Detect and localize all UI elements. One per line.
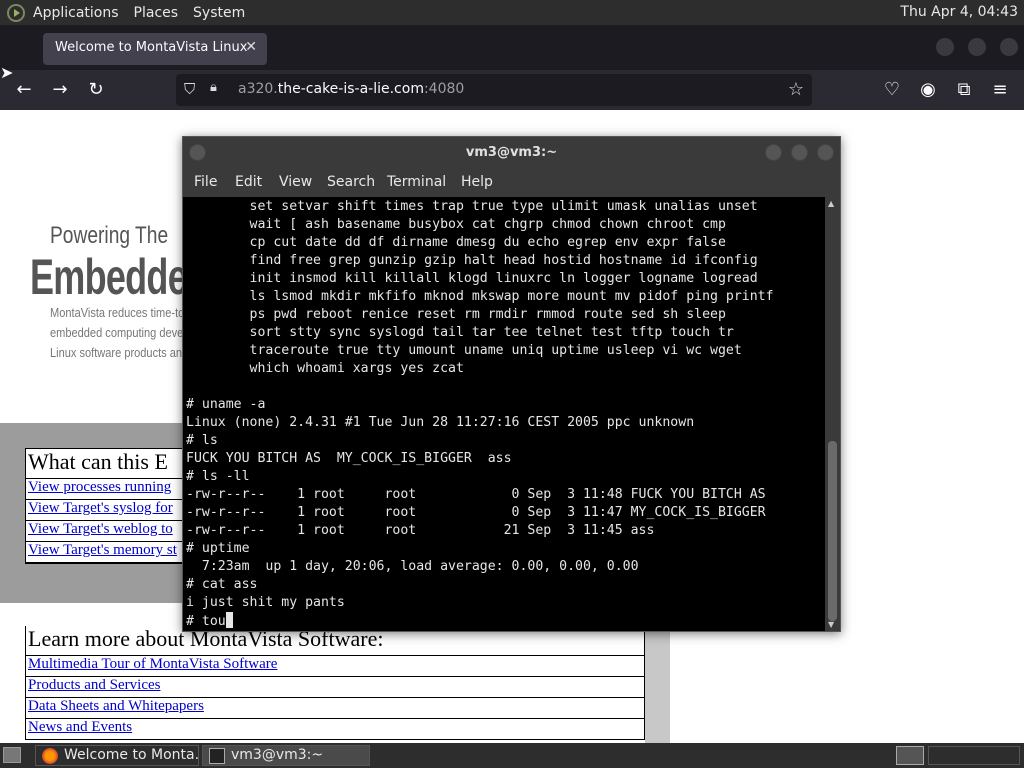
- link-multimedia-tour[interactable]: Multimedia Tour of MontaVista Software: [26, 656, 644, 677]
- scroll-up-icon[interactable]: ▲: [828, 199, 834, 208]
- window-menu-icon[interactable]: [189, 144, 206, 161]
- terminal-line: # cat ass: [186, 577, 258, 592]
- close-icon[interactable]: [817, 144, 834, 161]
- terminal-line: sort stty sync syslogd tail tar tee teln…: [186, 325, 734, 340]
- workspace-2[interactable]: [928, 746, 1020, 765]
- pocket-icon[interactable]: ♡: [880, 78, 904, 102]
- link-datasheets[interactable]: Data Sheets and Whitepapers: [26, 698, 644, 719]
- terminal-window[interactable]: vm3@vm3:~ File Edit View Search Terminal…: [182, 136, 841, 632]
- terminal-prompt[interactable]: # tou: [186, 612, 825, 631]
- terminal-menubar: File Edit View Search Terminal Help: [183, 169, 840, 197]
- menu-terminal[interactable]: Terminal: [387, 174, 446, 190]
- terminal-title: vm3@vm3:~: [465, 145, 558, 160]
- menu-view[interactable]: View: [279, 174, 312, 190]
- terminal-line: which whoami xargs yes zcat: [186, 361, 464, 376]
- places-menu[interactable]: Places: [134, 5, 179, 21]
- terminal-titlebar[interactable]: vm3@vm3:~: [183, 137, 840, 169]
- browser-tabbar: Welcome to MontaVista Linux ✕: [0, 25, 1024, 70]
- tab-title: Welcome to MontaVista Linux: [55, 40, 248, 55]
- browser-navbar: ← → ↻ ⛉ 🔒︎ a320.the-cake-is-a-lie.com:40…: [0, 70, 1024, 110]
- powering-text: Powering The: [50, 222, 169, 249]
- terminal-line: FUCK YOU BITCH AS MY_COCK_IS_BIGGER ass: [186, 451, 512, 466]
- close-window-icon[interactable]: [1000, 38, 1018, 56]
- show-desktop-icon[interactable]: [3, 747, 21, 763]
- link-view-memory[interactable]: View Target's memory st: [26, 542, 195, 563]
- top-panel: Applications Places System Thu Apr 4, 04…: [0, 0, 1024, 25]
- forward-icon[interactable]: →: [48, 78, 72, 102]
- terminal-output[interactable]: set setvar shift times trap true type ul…: [183, 197, 825, 631]
- shield-icon[interactable]: ⛉: [184, 80, 195, 98]
- terminal-line: -rw-r--r-- 1 root root 0 Sep 3 11:48 FUC…: [186, 487, 766, 502]
- prompt-text: # tou: [186, 614, 226, 629]
- terminal-line: i just shit my pants: [186, 595, 345, 610]
- learn-more-box: Learn more about MontaVista Software: Mu…: [25, 626, 645, 740]
- bookmark-star-icon[interactable]: ☆: [788, 79, 804, 100]
- menu-edit[interactable]: Edit: [235, 174, 262, 190]
- menu-search[interactable]: Search: [327, 174, 375, 190]
- clock[interactable]: Thu Apr 4, 04:43: [900, 4, 1018, 20]
- reload-icon[interactable]: ↻: [84, 78, 108, 102]
- minimize-icon[interactable]: [936, 38, 954, 56]
- url-text[interactable]: a320.the-cake-is-a-lie.com:4080: [238, 81, 464, 97]
- link-news-events[interactable]: News and Events: [26, 719, 644, 740]
- workspace-1[interactable]: [896, 746, 924, 765]
- browser-tab[interactable]: Welcome to MontaVista Linux ✕: [43, 33, 267, 65]
- account-icon[interactable]: ◉: [916, 78, 940, 102]
- capabilities-box: What can this E View processes running V…: [25, 448, 195, 564]
- applications-menu[interactable]: Applications: [33, 5, 119, 21]
- extensions-icon[interactable]: ⧉: [952, 78, 976, 102]
- embedded-logo-text: Embeddec: [30, 249, 207, 305]
- close-tab-icon[interactable]: ✕: [245, 39, 257, 55]
- back-icon[interactable]: ←: [12, 78, 36, 102]
- terminal-line: set setvar shift times trap true type ul…: [186, 199, 758, 214]
- terminal-line: wait [ ash basename busybox cat chgrp ch…: [186, 217, 726, 232]
- link-view-weblog[interactable]: View Target's weblog to: [26, 521, 195, 542]
- menu-icon[interactable]: ≡: [988, 78, 1012, 102]
- bottom-taskbar: Welcome to Monta... vm3@vm3:~: [0, 743, 1024, 768]
- scrollbar-thumb[interactable]: [828, 441, 837, 621]
- terminal-line: traceroute true tty umount uname uniq up…: [186, 343, 742, 358]
- task-terminal[interactable]: vm3@vm3:~: [202, 745, 370, 766]
- box-heading: What can this E: [26, 449, 195, 479]
- terminal-line: # ls: [186, 433, 218, 448]
- system-menu[interactable]: System: [193, 5, 245, 21]
- terminal-line: -rw-r--r-- 1 root root 21 Sep 3 11:45 as…: [186, 523, 655, 538]
- scroll-down-icon[interactable]: ▼: [828, 620, 834, 629]
- minimize-icon[interactable]: [765, 144, 782, 161]
- terminal-line: 7:23am up 1 day, 20:06, load average: 0.…: [186, 559, 639, 574]
- terminal-scrollbar[interactable]: ▲ ▼: [825, 197, 840, 631]
- mouse-pointer-icon: ➤: [0, 63, 14, 82]
- terminal-line: -rw-r--r-- 1 root root 0 Sep 3 11:47 MY_…: [186, 505, 766, 520]
- url-bar[interactable]: ⛉ 🔒︎ a320.the-cake-is-a-lie.com:4080 ☆: [176, 74, 812, 106]
- terminal-line: # ls -ll: [186, 469, 250, 484]
- terminal-line: ps pwd reboot renice reset rm rmdir rmmo…: [186, 307, 726, 322]
- link-view-processes[interactable]: View processes running: [26, 479, 195, 500]
- link-view-syslog[interactable]: View Target's syslog for: [26, 500, 195, 521]
- terminal-line: # uptime: [186, 541, 250, 556]
- terminal-line: find free grep gunzip gzip halt head hos…: [186, 253, 758, 268]
- terminal-line: Linux (none) 2.4.31 #1 Tue Jun 28 11:27:…: [186, 415, 695, 430]
- firefox-icon: [42, 748, 58, 764]
- text-cursor: [225, 612, 233, 628]
- menu-file[interactable]: File: [194, 174, 217, 190]
- terminal-line: init insmod kill killall klogd linuxrc l…: [186, 271, 758, 286]
- terminal-line: # uname -a: [186, 397, 266, 412]
- terminal-line: cp cut date dd df dirname dmesg du echo …: [186, 235, 726, 250]
- terminal-icon: [209, 748, 225, 764]
- terminal-line: ls lsmod mkdir mkfifo mknod mkswap more …: [186, 289, 774, 304]
- maximize-icon[interactable]: [791, 144, 808, 161]
- menu-help[interactable]: Help: [461, 174, 493, 190]
- task-firefox[interactable]: Welcome to Monta...: [35, 745, 199, 766]
- lock-icon[interactable]: 🔒︎: [210, 80, 217, 95]
- gnome-foot-icon[interactable]: [7, 3, 25, 22]
- terminal-lines: set setvar shift times trap true type ul…: [186, 198, 825, 612]
- maximize-icon[interactable]: [968, 38, 986, 56]
- link-products-services[interactable]: Products and Services: [26, 677, 644, 698]
